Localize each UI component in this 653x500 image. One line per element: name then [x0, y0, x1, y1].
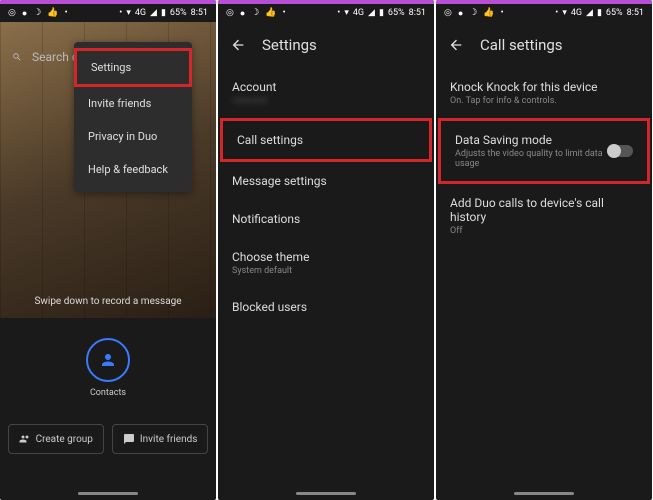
contacts-label: Contacts — [90, 388, 126, 398]
create-group-button[interactable]: Create group — [8, 424, 104, 454]
battery-label: 65% — [388, 8, 405, 18]
messenger-icon: ● — [22, 8, 27, 19]
theme-sub: System default — [232, 266, 420, 276]
bottom-panel: Contacts Create group Invite friends — [0, 318, 216, 486]
header: Call settings — [436, 22, 652, 68]
moon-icon: ☽ — [251, 8, 259, 18]
whatsapp-icon: ◎ — [226, 8, 234, 18]
search-icon — [12, 52, 22, 62]
swipe-hint: Swipe down to record a message — [0, 296, 216, 307]
phone-2-settings: ◎ ● ☽ 👍 • • ▾ 4G ◢ ▮ 65% 8:51 Settings A… — [218, 0, 434, 500]
dot-icon: • — [65, 8, 68, 18]
page-title: Call settings — [480, 36, 563, 54]
dot-icon: • — [119, 8, 122, 18]
time-label: 8:51 — [409, 8, 426, 18]
setting-call[interactable]: Call settings — [220, 118, 432, 162]
dot-icon: • — [283, 8, 286, 18]
contacts-button[interactable] — [86, 338, 130, 382]
time-label: 8:51 — [627, 8, 644, 18]
knock-knock-label: Knock Knock for this device — [450, 80, 638, 94]
nav-bar — [436, 486, 652, 500]
dot-icon: • — [501, 8, 504, 18]
data-saving-label: Data Saving mode — [455, 133, 608, 147]
create-group-label: Create group — [36, 434, 93, 445]
thumbs-up-icon: 👍 — [265, 8, 276, 18]
wifi-icon: ▾ — [126, 8, 131, 18]
signal-icon: ◢ — [368, 8, 375, 18]
moon-icon: ☽ — [469, 8, 477, 18]
phone-1-duo-home: ◎ ● ☽ 👍 • • ▾ 4G ◢ ▮ 65% 8:51 Search co … — [0, 0, 216, 500]
nav-pill[interactable] — [78, 492, 138, 495]
battery-label: 65% — [170, 8, 187, 18]
setting-message[interactable]: Message settings — [218, 162, 434, 200]
call-history-label: Add Duo calls to device's call history — [450, 196, 638, 224]
moon-icon: ☽ — [33, 8, 41, 18]
menu-item-privacy[interactable]: Privacy in Duo — [74, 120, 192, 153]
setting-knock-knock[interactable]: Knock Knock for this device On. Tap for … — [436, 68, 652, 118]
page-title: Settings — [262, 36, 317, 54]
knock-knock-sub: On. Tap for info & controls. — [450, 96, 638, 106]
battery-label: 65% — [606, 8, 623, 18]
wifi-icon: ▾ — [344, 8, 349, 18]
call-history-sub: Off — [450, 226, 638, 236]
invite-friends-label: Invite friends — [140, 434, 198, 445]
call-settings-label: Call settings — [237, 133, 415, 147]
status-bar: ◎ ● ☽ 👍 • • ▾ 4G ◢ ▮ 65% 8:51 — [218, 4, 434, 22]
blocked-label: Blocked users — [232, 300, 420, 314]
data-saving-sub: Adjusts the video quality to limit data … — [455, 149, 608, 169]
overflow-menu: Settings Invite friends Privacy in Duo H… — [74, 42, 192, 192]
header: Settings — [218, 22, 434, 68]
thumbs-up-icon: 👍 — [483, 8, 494, 18]
menu-item-invite[interactable]: Invite friends — [74, 87, 192, 120]
nav-pill[interactable] — [514, 492, 574, 495]
dot-icon: • — [555, 8, 558, 18]
setting-account[interactable]: Account redacted — [218, 68, 434, 118]
notifications-label: Notifications — [232, 212, 420, 226]
status-bar: ◎ ● ☽ 👍 • • ▾ 4G ◢ ▮ 65% 8:51 — [436, 4, 652, 22]
group-icon — [19, 433, 31, 445]
time-label: 8:51 — [191, 8, 208, 18]
phone-3-call-settings: ◎ ● ☽ 👍 • • ▾ 4G ◢ ▮ 65% 8:51 Call setti… — [436, 0, 652, 500]
messenger-icon: ● — [240, 8, 245, 19]
message-settings-label: Message settings — [232, 174, 420, 188]
messenger-icon: ● — [458, 8, 463, 19]
signal-label: 4G — [135, 8, 146, 18]
back-icon[interactable] — [230, 37, 246, 53]
battery-icon: ▮ — [597, 8, 602, 18]
menu-item-settings[interactable]: Settings — [74, 48, 192, 87]
whatsapp-icon: ◎ — [8, 8, 16, 18]
thumbs-up-icon: 👍 — [47, 8, 58, 18]
setting-call-history[interactable]: Add Duo calls to device's call history O… — [436, 184, 652, 248]
back-icon[interactable] — [448, 37, 464, 53]
account-label: Account — [232, 80, 420, 94]
setting-data-saving[interactable]: Data Saving mode Adjusts the video quali… — [438, 118, 650, 184]
signal-icon: ◢ — [150, 8, 157, 18]
nav-bar — [0, 486, 216, 500]
theme-label: Choose theme — [232, 250, 420, 264]
nav-bar — [218, 486, 434, 500]
person-icon — [99, 351, 117, 369]
signal-label: 4G — [353, 8, 364, 18]
data-saving-toggle[interactable] — [608, 145, 633, 157]
setting-theme[interactable]: Choose theme System default — [218, 238, 434, 288]
wifi-icon: ▾ — [562, 8, 567, 18]
toggle-knob — [607, 144, 621, 158]
setting-notifications[interactable]: Notifications — [218, 200, 434, 238]
account-sub: redacted — [232, 96, 420, 106]
signal-label: 4G — [571, 8, 582, 18]
nav-pill[interactable] — [296, 492, 356, 495]
dot-icon: • — [337, 8, 340, 18]
battery-icon: ▮ — [161, 8, 166, 18]
whatsapp-icon: ◎ — [444, 8, 452, 18]
battery-icon: ▮ — [379, 8, 384, 18]
status-bar: ◎ ● ☽ 👍 • • ▾ 4G ◢ ▮ 65% 8:51 — [0, 4, 216, 22]
menu-item-help[interactable]: Help & feedback — [74, 153, 192, 186]
invite-friends-button[interactable]: Invite friends — [112, 424, 209, 454]
setting-blocked[interactable]: Blocked users — [218, 288, 434, 326]
message-icon — [123, 433, 135, 445]
signal-icon: ◢ — [586, 8, 593, 18]
